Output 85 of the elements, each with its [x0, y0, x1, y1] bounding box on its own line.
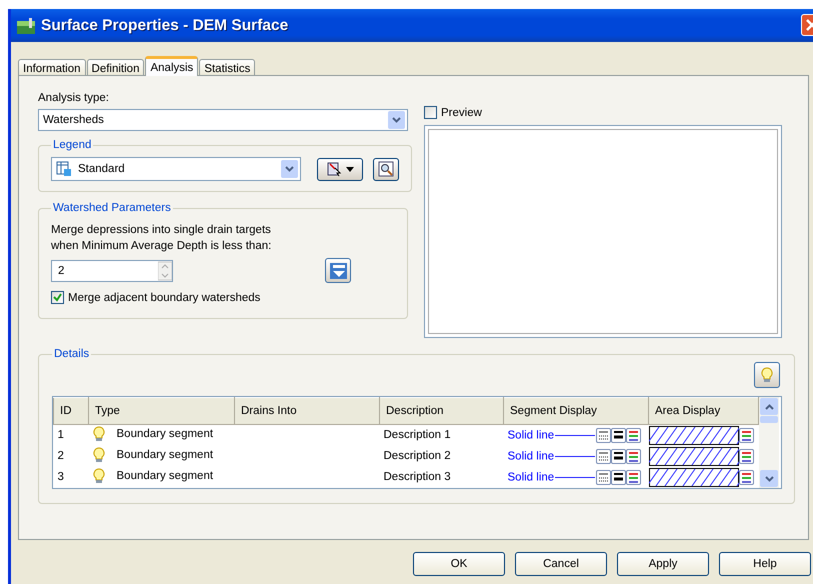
magnifier-icon [378, 161, 394, 177]
depth-spinner[interactable]: 2 [51, 260, 173, 282]
chevron-down-icon [764, 476, 774, 482]
column-header[interactable]: Area Display [648, 398, 758, 424]
table-cell: 1 [54, 424, 88, 446]
table-cell-text: 3 [56, 470, 65, 486]
bulb-button[interactable] [754, 362, 780, 388]
color-button[interactable] [626, 448, 642, 464]
table-cell: Boundary segment [116, 470, 214, 482]
color-button[interactable] [738, 448, 754, 464]
description-text: Merge depressions into single drain targets when Minimum Average Depth is less than: [51, 223, 272, 254]
table-icon [56, 161, 72, 177]
column-header[interactable]: Type [88, 398, 234, 424]
linetype-button[interactable] [596, 448, 612, 464]
table-cell-text: Description 3 [382, 470, 452, 486]
column-header[interactable]: ID [54, 398, 88, 424]
caret-icon [346, 166, 354, 172]
chevron-down-icon [392, 117, 401, 123]
group-title: Details [53, 348, 90, 360]
window-title: Surface Properties - DEM Surface [41, 16, 288, 34]
color-button[interactable] [626, 470, 642, 485]
column-header[interactable]: Segment Display [504, 398, 648, 424]
group-title: Watershed Parameters [52, 202, 172, 214]
table-cell-text: 2 [56, 449, 65, 464]
tab[interactable]: Definition [86, 59, 144, 75]
lineweight-button[interactable] [611, 470, 626, 485]
check-icon [53, 293, 62, 302]
bulb-icon [92, 446, 104, 463]
field-label: Analysis type: [38, 92, 110, 104]
scrollbar-thumb[interactable] [760, 416, 778, 423]
spinner-arrows-icon [158, 260, 172, 280]
color-lines-icon [627, 428, 640, 442]
dialog-button[interactable]: OK [413, 552, 505, 576]
checkbox-label: Preview [441, 106, 482, 118]
tab[interactable]: Information [18, 59, 86, 75]
color-button[interactable] [626, 428, 642, 443]
table-cell: Description 1 [380, 424, 504, 446]
checkbox[interactable] [51, 291, 64, 304]
color-lines-icon [740, 450, 752, 463]
tab[interactable]: Statistics [199, 59, 256, 75]
table-cell-text: Description 2 [382, 449, 452, 464]
color-lines-icon [627, 450, 640, 463]
lineweight-button[interactable] [611, 448, 626, 464]
dotted-lines-icon [597, 450, 610, 463]
dotted-lines-icon [597, 428, 610, 442]
tab[interactable]: Analysis [145, 56, 198, 76]
column-header[interactable]: Description [380, 398, 504, 424]
group-title: Legend [52, 139, 92, 151]
checkbox[interactable] [424, 106, 437, 119]
table-cell: Boundary segment [116, 428, 214, 440]
dotted-lines-icon [597, 470, 610, 484]
color-lines-icon [740, 470, 752, 484]
linetype-button[interactable] [596, 470, 612, 485]
linetype-button[interactable] [596, 428, 612, 443]
cursor-icon [326, 161, 342, 177]
line-sample [555, 456, 596, 457]
lineweight-button[interactable] [611, 428, 626, 443]
style-menu-button[interactable] [317, 158, 363, 180]
color-button[interactable] [738, 470, 754, 485]
line-style-link[interactable]: Solid line [508, 429, 554, 442]
color-lines-icon [627, 470, 640, 484]
preview-button[interactable] [373, 158, 399, 180]
dialog-button[interactable]: Apply [617, 552, 709, 576]
line-sample [555, 476, 596, 478]
column-header[interactable]: Drains Into [234, 398, 380, 424]
analysis-type-dropdown[interactable]: Watersheds [38, 109, 408, 131]
line-style-link[interactable]: Solid line [508, 471, 554, 484]
chevron-down-icon [285, 166, 294, 172]
line-sample [555, 434, 596, 436]
scrollbar[interactable] [759, 397, 779, 488]
color-button[interactable] [738, 428, 754, 443]
bulb-icon [92, 468, 104, 484]
table-cell: Boundary segment [116, 448, 214, 461]
app-icon [17, 18, 35, 34]
color-lines-icon [740, 428, 752, 442]
dialog-button[interactable]: Help [719, 552, 811, 576]
bulb-icon [761, 367, 773, 383]
chevron-up-icon [764, 404, 774, 410]
legend-dropdown[interactable]: Standard [51, 157, 301, 181]
dialog-button[interactable]: Cancel [515, 552, 607, 576]
pick-button[interactable] [325, 258, 351, 283]
line-style-link[interactable]: Solid line [508, 450, 554, 462]
arrow-down-icon [329, 262, 347, 280]
bulb-icon [92, 426, 104, 442]
checkbox-label: Merge adjacent boundary watersheds [68, 292, 260, 304]
